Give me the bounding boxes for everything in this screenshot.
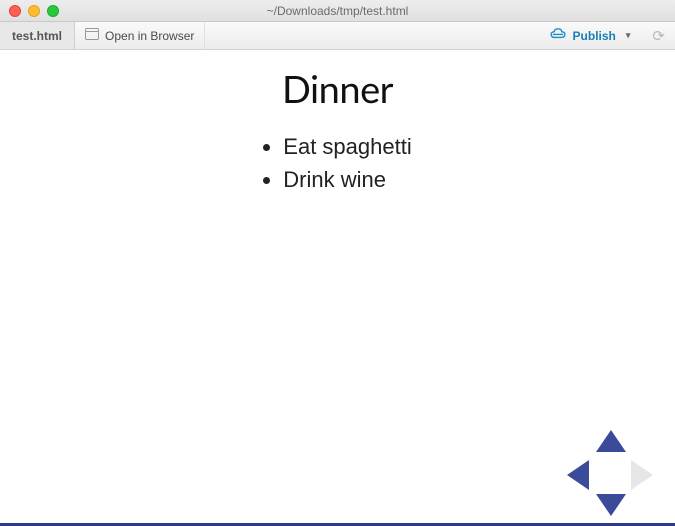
list-item: Drink wine <box>283 163 411 196</box>
cloud-icon <box>549 28 567 43</box>
refresh-icon: ⟳ <box>652 28 665 45</box>
window-title: ~/Downloads/tmp/test.html <box>0 4 675 18</box>
nav-down-arrow[interactable] <box>596 494 626 516</box>
open-in-browser-button[interactable]: Open in Browser <box>75 22 205 49</box>
browser-icon <box>85 28 99 43</box>
minimize-window-button[interactable] <box>28 5 40 17</box>
refresh-button[interactable]: ⟳ <box>642 27 675 45</box>
open-in-browser-label: Open in Browser <box>105 29 194 43</box>
nav-up-arrow[interactable] <box>596 430 626 452</box>
slide-title: Dinner <box>0 66 675 112</box>
traffic-lights <box>0 5 59 17</box>
editor-toolbar: test.html Open in Browser Publish ▾ ⟳ <box>0 22 675 50</box>
file-tab-label: test.html <box>12 29 62 43</box>
close-window-button[interactable] <box>9 5 21 17</box>
maximize-window-button[interactable] <box>47 5 59 17</box>
slide-list: Eat spaghetti Drink wine <box>263 130 411 196</box>
nav-controls <box>555 430 665 516</box>
publish-label: Publish <box>573 29 616 43</box>
list-item: Eat spaghetti <box>283 130 411 163</box>
nav-left-arrow[interactable] <box>567 460 589 490</box>
nav-right-arrow[interactable] <box>631 460 653 490</box>
publish-button[interactable]: Publish ▾ <box>541 28 643 43</box>
chevron-down-icon: ▾ <box>622 30 635 41</box>
window-titlebar: ~/Downloads/tmp/test.html <box>0 0 675 22</box>
file-tab[interactable]: test.html <box>0 22 75 49</box>
slide-content: Dinner Eat spaghetti Drink wine <box>0 50 675 526</box>
